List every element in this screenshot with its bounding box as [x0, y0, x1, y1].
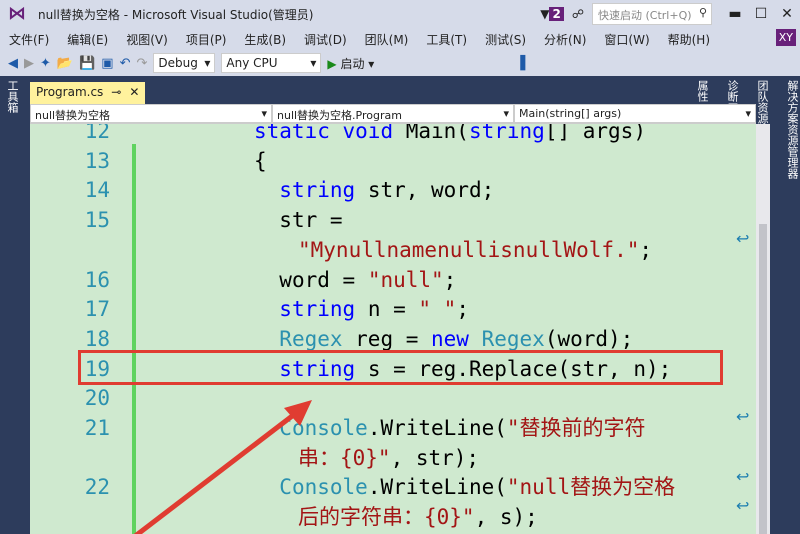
annotation-arrow	[133, 400, 312, 534]
